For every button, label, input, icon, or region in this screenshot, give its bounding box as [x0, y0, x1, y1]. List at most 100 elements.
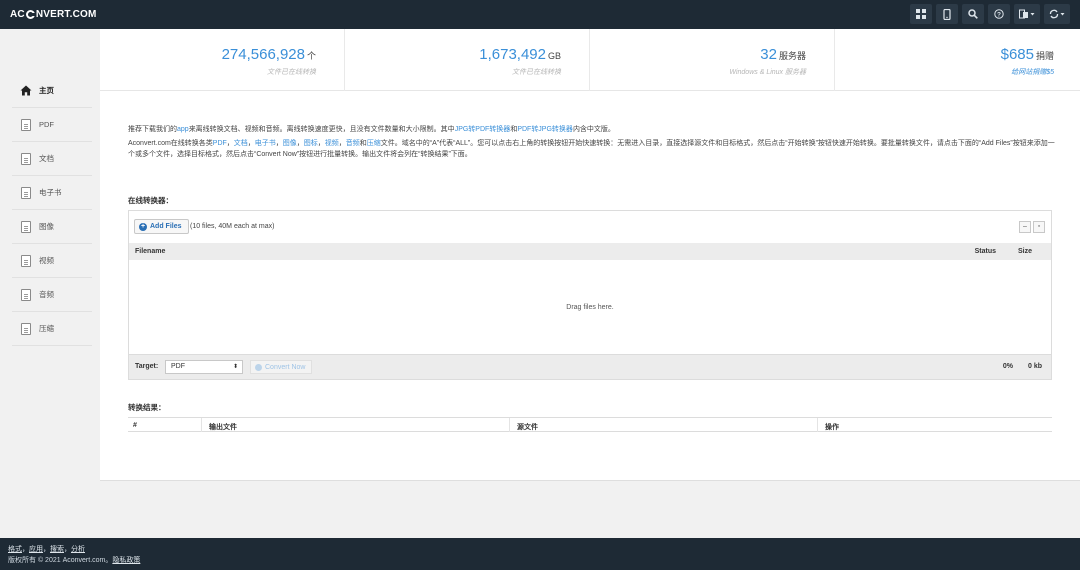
stats-bar: 274,566,928 个 文件已在线转换 1,673,492 GB 文件已在线转换… — [100, 29, 1080, 91]
sidebar-item-video[interactable]: 视频 — [12, 244, 92, 278]
pdf-link[interactable]: PDF — [213, 140, 227, 147]
sidebar-item-ebook[interactable]: 电子书 — [12, 176, 92, 210]
results-table: # 输出文件 源文件 操作 — [128, 417, 1052, 432]
mobile-icon[interactable] — [936, 4, 958, 24]
file-table-header: Filename Status Size — [129, 243, 1051, 260]
convert-now-label: Convert Now — [265, 363, 306, 371]
stat-caption: 文件已在线转换 — [267, 69, 316, 76]
stat-unit: GB — [547, 51, 561, 61]
stat-unit: 捐赠 — [1035, 51, 1054, 61]
icon-link[interactable]: 图标 — [304, 140, 318, 147]
top-icon-group: ? — [910, 4, 1070, 24]
logo-o-icon — [25, 10, 35, 19]
search-icon[interactable] — [962, 4, 984, 24]
site-logo[interactable]: AC NVERT.COM — [0, 9, 97, 20]
audio-link[interactable]: 音频 — [346, 140, 360, 147]
results-header-row: # 输出文件 源文件 操作 — [128, 418, 1052, 432]
footer-link-apps[interactable]: 应用 — [29, 546, 43, 553]
archive-link[interactable]: 压缩 — [367, 140, 381, 147]
audio-icon — [20, 288, 32, 301]
footer-link-analysis[interactable]: 分析 — [71, 546, 85, 553]
col-size: Size — [1017, 248, 1032, 255]
intro-text: 推荐下载我们的app来离线转换文档、视频和音频。离线转换速度更快，且没有文件数量… — [128, 124, 1058, 163]
sidebar-item-archive[interactable]: 压缩 — [12, 312, 92, 346]
grid-icon[interactable] — [910, 4, 932, 24]
add-files-label: Add Files — [150, 223, 182, 230]
stat-value: 1,673,492 — [479, 46, 546, 63]
stat-servers: 32 服务器 Windows & Linux 服务器 — [590, 29, 835, 91]
sidebar-item-pdf[interactable]: PDF — [12, 108, 92, 142]
converter-footer: Target: PDF ⬍ Convert Now 0% 0 kb — [129, 355, 1051, 379]
image-icon — [20, 220, 32, 233]
privacy-policy-link[interactable]: 隐私政策 — [112, 557, 140, 564]
stat-value: 32 — [760, 46, 777, 63]
logo-suffix: NVERT.COM — [35, 9, 97, 20]
image-link[interactable]: 图像 — [283, 140, 297, 147]
logo-prefix: AC — [10, 9, 25, 20]
stat-files: 274,566,928 个 文件已在线转换 — [100, 29, 345, 91]
language-icon[interactable] — [1014, 4, 1040, 24]
archive-icon — [20, 322, 32, 335]
add-files-note: (10 files, 40M each at max) — [190, 223, 275, 230]
ebook-icon — [20, 186, 32, 199]
copyright-text: 版权所有 © 2021 Aconvert.com。 — [8, 557, 113, 564]
page-footer: 格式，应用，搜索，分析 版权所有 © 2021 Aconvert.com。隐私政… — [0, 538, 1080, 570]
converter-title: 在线转换器： — [128, 196, 173, 205]
plus-icon: + — [139, 222, 147, 231]
file-converter: + Add Files (10 files, 40M each at max) … — [128, 210, 1052, 380]
stat-caption: Windows & Linux 服务器 — [729, 69, 806, 76]
total-size: 0 kb — [1027, 363, 1042, 370]
col-output-file: 输出文件 — [209, 424, 237, 431]
svg-text:?: ? — [997, 12, 1001, 19]
add-files-button[interactable]: + Add Files — [134, 219, 189, 234]
col-status: Status — [974, 248, 996, 255]
pdf-icon — [20, 118, 32, 131]
video-icon — [20, 254, 32, 267]
main-content: 274,566,928 个 文件已在线转换 1,673,492 GB 文件已在线转换… — [100, 29, 1080, 481]
sidebar-item-label: 视频 — [39, 256, 54, 265]
home-icon — [20, 85, 32, 97]
footer-link-formats[interactable]: 格式 — [8, 546, 22, 553]
target-format-select[interactable]: PDF ⬍ — [165, 360, 243, 374]
sidebar-item-audio[interactable]: 音频 — [12, 278, 92, 312]
document-link[interactable]: 文档 — [234, 140, 248, 147]
stat-caption: 文件已在线转换 — [512, 69, 561, 76]
stat-size: 1,673,492 GB 文件已在线转换 — [345, 29, 590, 91]
sidebar-item-image[interactable]: 图像 — [12, 210, 92, 244]
ebook-link[interactable]: 电子书 — [255, 140, 276, 147]
video-link[interactable]: 视频 — [325, 140, 339, 147]
sidebar-item-label: 文档 — [39, 154, 54, 163]
donate-link[interactable]: 给网站捐赠$5 — [1011, 67, 1054, 77]
intro-paragraph-2: Aconvert.com在线转换各类PDF，文档，电子书，图像，图标，视频，音频… — [128, 140, 1055, 158]
pdf-to-jpg-link[interactable]: PDF转JPG转换器 — [517, 126, 573, 133]
drag-hint: Drag files here. — [566, 304, 614, 311]
sidebar-item-label: 电子书 — [39, 188, 62, 197]
col-filename: Filename — [135, 248, 166, 255]
convert-icon — [255, 363, 262, 371]
col-index: # — [133, 422, 137, 429]
col-source-file: 源文件 — [517, 424, 538, 431]
restore-icon[interactable]: ▫ — [1033, 221, 1045, 233]
app-link[interactable]: app — [177, 126, 189, 133]
progress-percent: 0% — [1002, 363, 1013, 370]
converter-toolbar: + Add Files (10 files, 40M each at max) … — [129, 211, 1051, 243]
convert-now-button[interactable]: Convert Now — [250, 360, 313, 374]
footer-link-search[interactable]: 搜索 — [50, 546, 64, 553]
panel-window-buttons: – ▫ — [1019, 221, 1045, 233]
document-icon — [20, 152, 32, 165]
select-arrows-icon: ⬍ — [232, 364, 238, 370]
sidebar-item-label: 图像 — [39, 222, 54, 231]
drop-zone[interactable]: Drag files here. — [129, 260, 1051, 355]
refresh-icon[interactable] — [1044, 4, 1070, 24]
sidebar: 主页 PDF 文档 电子书 图像 视频 音频 压缩 — [0, 29, 100, 538]
stat-value: $685 — [1000, 46, 1034, 63]
target-format-value: PDF — [171, 363, 185, 370]
help-icon[interactable]: ? — [988, 4, 1010, 24]
stat-donations: $685 捐赠 给网站捐赠$5 — [835, 29, 1080, 91]
jpg-to-pdf-link[interactable]: JPG转PDF转换器 — [455, 126, 511, 133]
sidebar-item-document[interactable]: 文档 — [12, 142, 92, 176]
sidebar-item-home[interactable]: 主页 — [12, 74, 92, 108]
footer-links: 格式，应用，搜索，分析 — [8, 546, 85, 553]
minimize-icon[interactable]: – — [1019, 221, 1031, 233]
col-actions: 操作 — [825, 424, 839, 431]
